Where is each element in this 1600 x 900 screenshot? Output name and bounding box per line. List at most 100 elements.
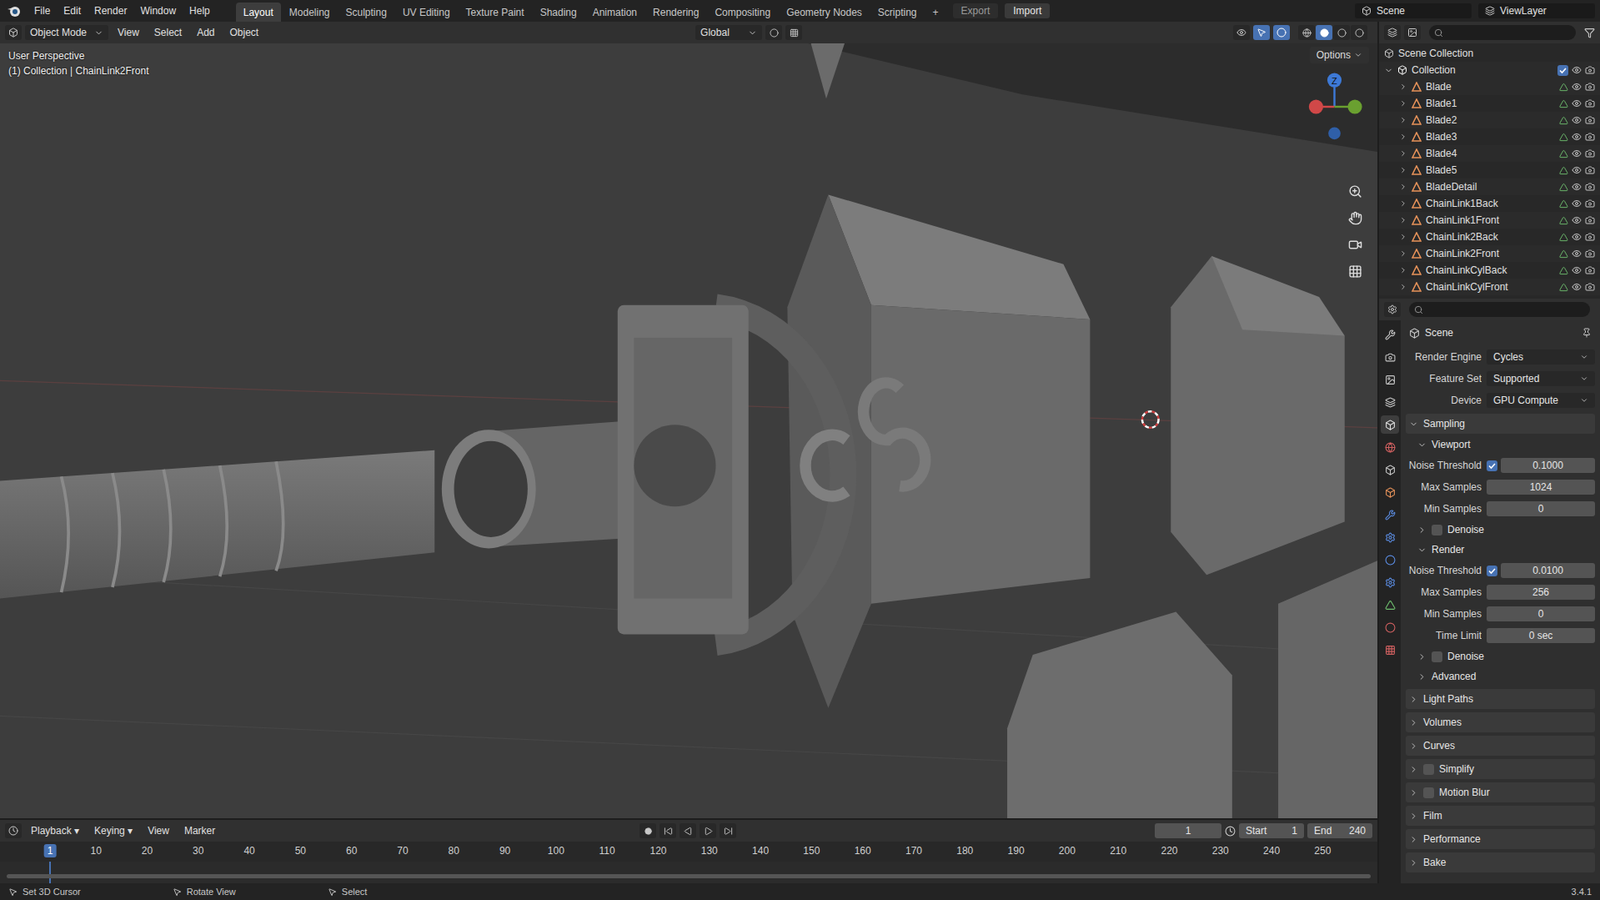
expand-icon[interactable] xyxy=(1409,857,1419,868)
timeline-scrollbar[interactable] xyxy=(6,873,1371,878)
timeline-menu-item[interactable]: Playback ▾ xyxy=(25,822,86,839)
render-camera-icon[interactable] xyxy=(1584,131,1595,142)
scene-collection-row[interactable]: Scene Collection xyxy=(1379,45,1600,62)
current-frame-field[interactable]: 1 xyxy=(1154,822,1222,838)
preview-range-icon[interactable] xyxy=(1224,825,1236,837)
visibility-icon[interactable] xyxy=(1233,25,1250,41)
start-frame-field[interactable]: Start1 xyxy=(1238,822,1305,838)
visibility-eye-icon[interactable] xyxy=(1571,265,1582,276)
expand-icon[interactable] xyxy=(1399,99,1408,108)
wireframe-shading-icon[interactable] xyxy=(1298,25,1315,41)
ortho-grid-icon[interactable] xyxy=(1344,260,1366,282)
world-tab-icon[interactable] xyxy=(1380,437,1400,457)
chain-links-mesh[interactable] xyxy=(805,382,926,497)
material-shading-icon[interactable] xyxy=(1333,25,1350,41)
mesh-data-icon[interactable] xyxy=(1559,99,1569,109)
filter-icon[interactable] xyxy=(1584,27,1595,39)
visibility-eye-icon[interactable] xyxy=(1571,165,1582,176)
object-tab-icon[interactable] xyxy=(1380,482,1400,502)
expand-icon[interactable] xyxy=(1409,834,1419,844)
blender-logo-icon[interactable] xyxy=(5,2,24,20)
number-field[interactable]: 0 sec xyxy=(1486,627,1595,643)
number-field[interactable]: 0 xyxy=(1486,501,1595,517)
expand-icon[interactable] xyxy=(1399,115,1408,125)
gizmo-toggle-icon[interactable] xyxy=(1253,25,1270,41)
viewport-scene[interactable]: Z xyxy=(0,43,1378,818)
snap-icon[interactable] xyxy=(785,25,803,41)
panel-header[interactable]: Volumes xyxy=(1405,712,1595,733)
output-tab-icon[interactable] xyxy=(1380,370,1400,389)
outliner-item[interactable]: Blade1 xyxy=(1379,95,1600,112)
outliner-item[interactable]: Blade5 xyxy=(1379,161,1600,179)
zoom-icon[interactable] xyxy=(1344,180,1366,202)
subpanel-checkbox[interactable] xyxy=(1431,651,1443,663)
render-tab-icon[interactable] xyxy=(1380,347,1400,367)
3d-cursor-icon[interactable] xyxy=(1142,411,1159,428)
menu-item[interactable]: Help xyxy=(183,2,216,20)
visibility-eye-icon[interactable] xyxy=(1571,98,1582,109)
mesh-data-icon[interactable] xyxy=(1559,115,1569,126)
collection-row[interactable]: Collection xyxy=(1379,61,1600,79)
end-frame-field[interactable]: End240 xyxy=(1307,822,1373,838)
menu-item[interactable]: Edit xyxy=(57,2,87,20)
record-icon[interactable] xyxy=(639,822,657,838)
panel-header[interactable]: Curves xyxy=(1405,735,1595,756)
render-camera-icon[interactable] xyxy=(1584,65,1595,76)
exclude-checkbox[interactable] xyxy=(1557,65,1569,76)
timeline-track[interactable] xyxy=(0,861,1378,883)
menu-item[interactable]: File xyxy=(28,2,56,20)
mesh-data-icon[interactable] xyxy=(1559,265,1569,276)
view-layer-tab-icon[interactable] xyxy=(1380,392,1400,412)
dropdown-field[interactable]: Supported xyxy=(1486,371,1595,387)
workspace-tab[interactable]: Rendering xyxy=(645,2,707,22)
outliner-item[interactable]: ChainLink1Front xyxy=(1379,211,1600,229)
outliner-item[interactable]: Blade xyxy=(1379,78,1600,96)
transform-orientation-dropdown[interactable]: Global xyxy=(695,25,763,41)
jump-start-icon[interactable] xyxy=(659,822,677,838)
right-blade-mesh[interactable] xyxy=(1007,255,1378,818)
visibility-eye-icon[interactable] xyxy=(1571,248,1582,259)
subpanel-header[interactable]: Viewport xyxy=(1405,435,1595,454)
properties-editor-icon[interactable] xyxy=(1384,301,1401,317)
mesh-data-icon[interactable] xyxy=(1559,165,1569,176)
camera-view-icon[interactable] xyxy=(1344,233,1366,256)
expand-icon[interactable] xyxy=(1399,182,1408,191)
panel-header[interactable]: Performance xyxy=(1405,828,1595,849)
outliner-item[interactable]: Blade2 xyxy=(1379,111,1600,129)
workspace-tab[interactable]: Scripting xyxy=(870,2,925,22)
menu-item[interactable]: Window xyxy=(134,2,182,20)
top-blade-mesh[interactable] xyxy=(807,43,1378,152)
add-workspace-button[interactable]: + xyxy=(925,2,947,22)
panel-checkbox[interactable] xyxy=(1423,763,1435,775)
data-tab-icon[interactable] xyxy=(1380,595,1400,614)
viewport-menu-item[interactable]: Select xyxy=(148,24,188,41)
expand-icon[interactable] xyxy=(1399,265,1408,275)
import-button[interactable]: Import xyxy=(1004,3,1050,19)
navigation-gizmo[interactable]: Z xyxy=(1309,73,1363,141)
pivot-icon[interactable] xyxy=(765,25,783,41)
outliner-item[interactable]: ChainLinkCylFront xyxy=(1379,278,1600,296)
visibility-eye-icon[interactable] xyxy=(1571,231,1582,242)
properties-search[interactable] xyxy=(1409,301,1590,317)
visibility-eye-icon[interactable] xyxy=(1571,81,1582,92)
outliner-item[interactable]: Blade4 xyxy=(1379,145,1600,162)
collapse-icon[interactable] xyxy=(1417,545,1427,555)
workspace-tab[interactable]: UV Editing xyxy=(395,2,458,22)
expand-icon[interactable] xyxy=(1409,717,1419,728)
render-camera-icon[interactable] xyxy=(1584,281,1595,292)
visibility-eye-icon[interactable] xyxy=(1571,181,1582,192)
outliner-item[interactable]: ChainLink2Front xyxy=(1379,245,1600,262)
mesh-data-icon[interactable] xyxy=(1559,132,1569,142)
expand-icon[interactable] xyxy=(1409,811,1419,821)
mesh-data-icon[interactable] xyxy=(1559,149,1569,159)
panel-header[interactable]: Simplify xyxy=(1405,758,1595,779)
mesh-data-icon[interactable] xyxy=(1559,282,1569,292)
scene-selector[interactable]: Scene xyxy=(1354,3,1472,19)
outliner-item[interactable]: Blade3 xyxy=(1379,128,1600,146)
timeline-menu-item[interactable]: Marker xyxy=(178,822,221,839)
panel-checkbox[interactable] xyxy=(1423,787,1435,798)
playhead[interactable] xyxy=(49,861,51,883)
render-camera-icon[interactable] xyxy=(1584,181,1595,192)
toggle-checkbox[interactable] xyxy=(1486,460,1498,472)
options-button[interactable]: Options xyxy=(1309,46,1370,64)
